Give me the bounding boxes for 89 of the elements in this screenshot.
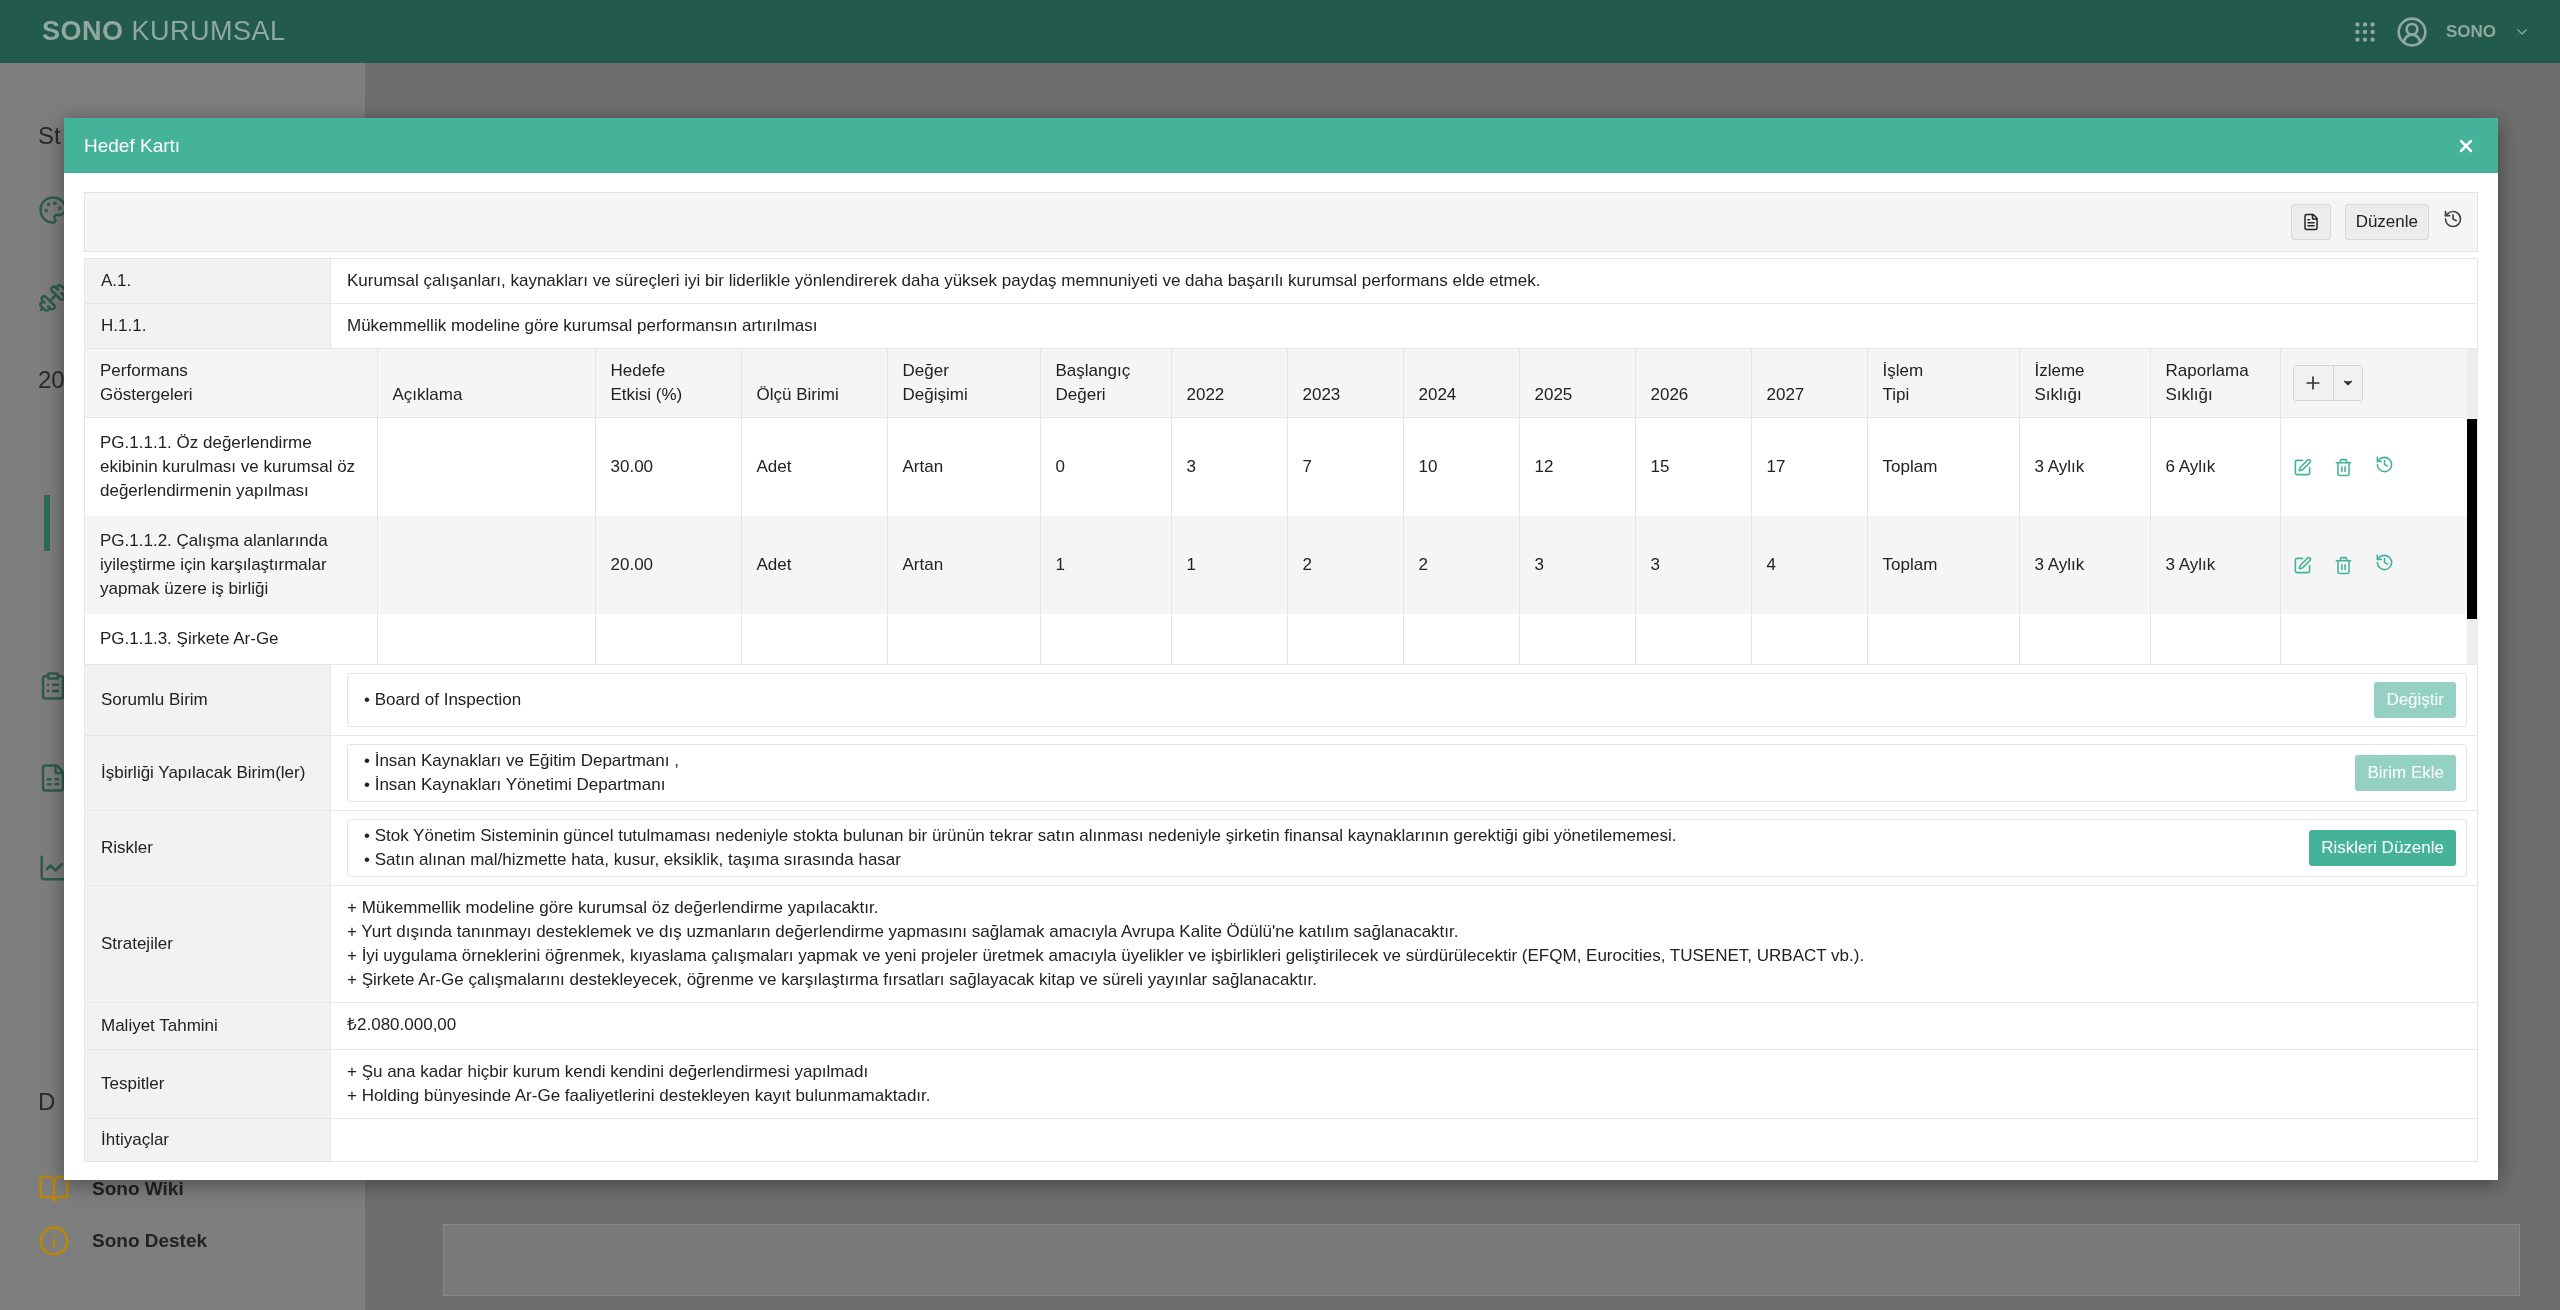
user-avatar-icon[interactable] <box>2395 15 2428 48</box>
indicator-name: PG.1.1.3. Şirkete Ar-Ge <box>85 614 377 664</box>
table-cell: Toplam <box>1867 516 2019 614</box>
table-cell: 1 <box>1040 516 1171 614</box>
column-header: 2026 <box>1635 349 1751 418</box>
document-icon <box>2301 213 2320 231</box>
column-header: 2022 <box>1171 349 1287 418</box>
table-cell: 15 <box>1635 417 1751 516</box>
delete-icon[interactable] <box>2333 457 2353 477</box>
indicator-name: PG.1.1.1. Öz değerlendirme ekibinin kurulması ve kurumsal öz değerlendirmenin yapılması <box>85 417 377 516</box>
column-header: İşlem Tipi <box>1867 349 2019 418</box>
list-item: • İnsan Kaynakları ve Eğitim Departmanı , <box>364 750 679 772</box>
row-label: İhtiyaçlar <box>85 1119 330 1161</box>
section-heading: 20 <box>38 365 65 395</box>
table-cell: 4 <box>1751 516 1867 614</box>
row-label: Maliyet Tahmini <box>85 1003 330 1049</box>
column-header: Değer Değişimi <box>887 349 1040 418</box>
section-heading: D <box>38 1087 56 1117</box>
row-label: A.1. <box>85 259 330 304</box>
list-item: • Board of Inspection <box>364 689 522 711</box>
link-label[interactable]: Sono Wiki <box>92 1178 184 1200</box>
list-item: • Stok Yönetim Sisteminin güncel tutulmaması nedeniyle stokta bulunan bir ürünün tekrar satın alınması nedeniyle şirketin finansal kaynaklarının gerektiği gibi yönetilememesi. <box>364 825 1677 847</box>
column-header: Ölçü Birimi <box>741 349 887 418</box>
table-cell: Artan <box>887 516 1040 614</box>
document-button[interactable] <box>2290 204 2331 240</box>
row-label: İşbirliği Yapılacak Birim(ler) <box>85 736 330 810</box>
row-label: Sorumlu Birim <box>85 665 330 735</box>
row-label: H.1.1. <box>85 304 330 349</box>
table-cell: 1 <box>1171 516 1287 614</box>
column-header: Açıklama <box>377 349 595 418</box>
table-cell: 20.00 <box>595 516 741 614</box>
delete-icon[interactable] <box>2333 555 2353 575</box>
column-header: Raporlama Sıklığı <box>2150 349 2280 418</box>
row-label: Riskler <box>85 811 330 885</box>
table-cell: 30.00 <box>595 417 741 516</box>
column-header: 2025 <box>1519 349 1635 418</box>
row-label: Stratejiler <box>85 886 330 1002</box>
table-cell: Adet <box>741 417 887 516</box>
add-button[interactable] <box>2293 366 2334 400</box>
table-cell: 2 <box>1403 516 1519 614</box>
table-cell: 3 <box>1171 417 1287 516</box>
link-label[interactable]: Sono Destek <box>92 1230 208 1252</box>
active-indicator <box>44 495 50 551</box>
detail-text: + Yurt dışında tanınmayı desteklemek ve dış uzmanların değerlendirme yapmasını sağlamak amacıyla Avrupa Kalite Ödülü'ne katılım sağlanacaktır. <box>347 921 1460 943</box>
indicator-name: PG.1.1.2. Çalışma alanlarında iyileştirme için karşılaştırmalar yapmak üzere iş birliği <box>85 516 377 614</box>
detail-text: + Mükemmellik modeline göre kurumsal öz değerlendirme yapılacaktır. <box>347 897 880 919</box>
book-icon <box>38 1173 70 1205</box>
column-header: Başlangıç Değeri <box>1040 349 1171 418</box>
table-cell: Artan <box>887 417 1040 516</box>
table-cell: 3 Aylık <box>2150 516 2280 614</box>
action-button[interactable]: Riskleri Düzenle <box>2309 830 2456 866</box>
column-header: Performans Göstergeleri <box>85 349 377 418</box>
edit-button[interactable]: Düzenle <box>2344 204 2429 240</box>
brand-logo[interactable]: SONO KURUMSAL <box>42 16 286 47</box>
goal-text: Kurumsal çalışanları, kaynakları ve süreçleri iyi bir liderlikle yönlendirerek daha yüksek paydaş memnuniyeti ve daha başarılı kurumsal performans elde etmek. <box>330 259 2477 304</box>
table-cell: 0 <box>1040 417 1171 516</box>
column-header: Hedefe Etkisi (%) <box>595 349 741 418</box>
user-name[interactable]: SONO <box>2445 21 2496 42</box>
row-label: Tespitler <box>85 1050 330 1118</box>
table-cell: 7 <box>1287 417 1403 516</box>
column-header: 2023 <box>1287 349 1403 418</box>
history-icon[interactable] <box>2443 209 2463 229</box>
table-cell: 2 <box>1287 516 1403 614</box>
table-cell: 10 <box>1403 417 1519 516</box>
section-heading: St <box>38 121 61 151</box>
table-cell: 3 <box>1635 516 1751 614</box>
table-cell: 3 Aylık <box>2019 417 2150 516</box>
table-cell: 3 Aylık <box>2019 516 2150 614</box>
detail-text: + İyi uygulama örneklerini öğrenmek, kıyaslama çalışmaları yapmak ve yeni projeler üretmek amacıyla üyelikler ve işbirlikleri geliştirilecek ve sürdürülecektir (EFQM, Eurocities, TUSENET, URBACT vb.). <box>347 945 1866 967</box>
list-item: • Satın alınan mal/hizmette hata, kusur, eksiklik, taşıma sırasında hasar <box>364 849 902 871</box>
detail-text: + Şu ana kadar hiçbir kurum kendi kendini değerlendirmesi yapılmadı <box>347 1061 870 1083</box>
table-cell: Toplam <box>1867 417 2019 516</box>
list-item: • İnsan Kaynakları Yönetimi Departmanı <box>364 774 667 796</box>
column-header: 2027 <box>1751 349 1867 418</box>
column-header: İzleme Sıklığı <box>2019 349 2150 418</box>
table-cell: 17 <box>1751 417 1867 516</box>
column-header: 2024 <box>1403 349 1519 418</box>
modal-title: Hedef Kartı <box>84 134 181 157</box>
detail-text: + Holding bünyesinde Ar-Ge faaliyetlerini destekleyen kayıt bulunmamaktadır. <box>347 1085 932 1107</box>
edit-icon[interactable] <box>2292 457 2312 477</box>
edit-icon[interactable] <box>2292 555 2312 575</box>
detail-text: + Şirkete Ar-Ge çalışmalarını destekleyecek, öğrenme ve karşılaştırma fırsatları sağlayacak kitap ve süreli yayınlar sağlanacaktır. <box>347 969 1318 991</box>
detail-text: ₺2.080.000,00 <box>347 1014 458 1036</box>
table-cell: Adet <box>741 516 887 614</box>
table-cell: 3 <box>1519 516 1635 614</box>
scrollbar[interactable] <box>2467 349 2477 664</box>
info-icon <box>38 1225 70 1257</box>
table-cell: 6 Aylık <box>2150 417 2280 516</box>
table-cell: 12 <box>1519 417 1635 516</box>
